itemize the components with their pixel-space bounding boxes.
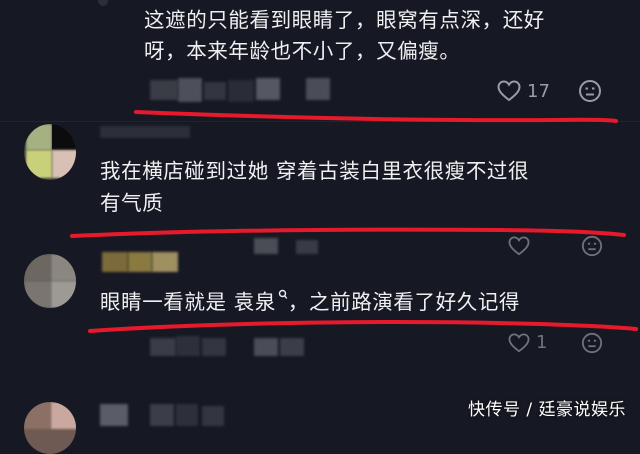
- red-underline: [134, 110, 618, 123]
- watermark: 快传号 / 廷豪说娱乐: [467, 400, 626, 420]
- red-underline: [88, 320, 638, 333]
- red-underline-overlay: [70, 110, 638, 333]
- red-underline: [70, 227, 626, 238]
